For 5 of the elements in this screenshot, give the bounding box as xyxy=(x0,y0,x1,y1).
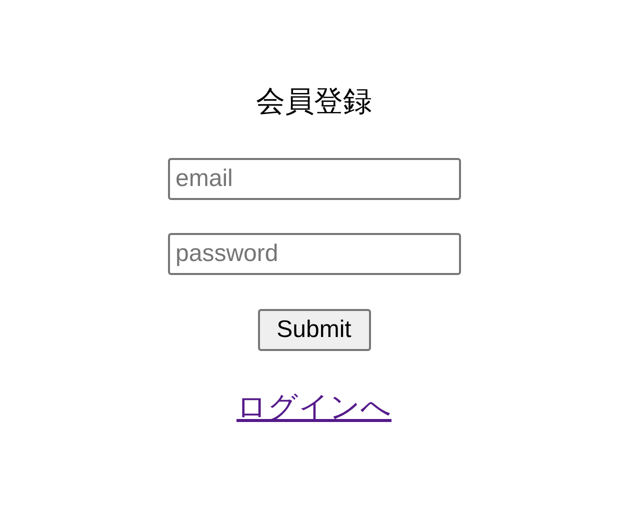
page-title: 会員登録 xyxy=(256,85,372,120)
input-field[interactable]: email xyxy=(168,158,460,200)
input-field[interactable]: password xyxy=(168,233,460,275)
login-link[interactable]: ログインへ xyxy=(236,387,392,428)
submit-button[interactable]: Submit xyxy=(258,309,370,351)
